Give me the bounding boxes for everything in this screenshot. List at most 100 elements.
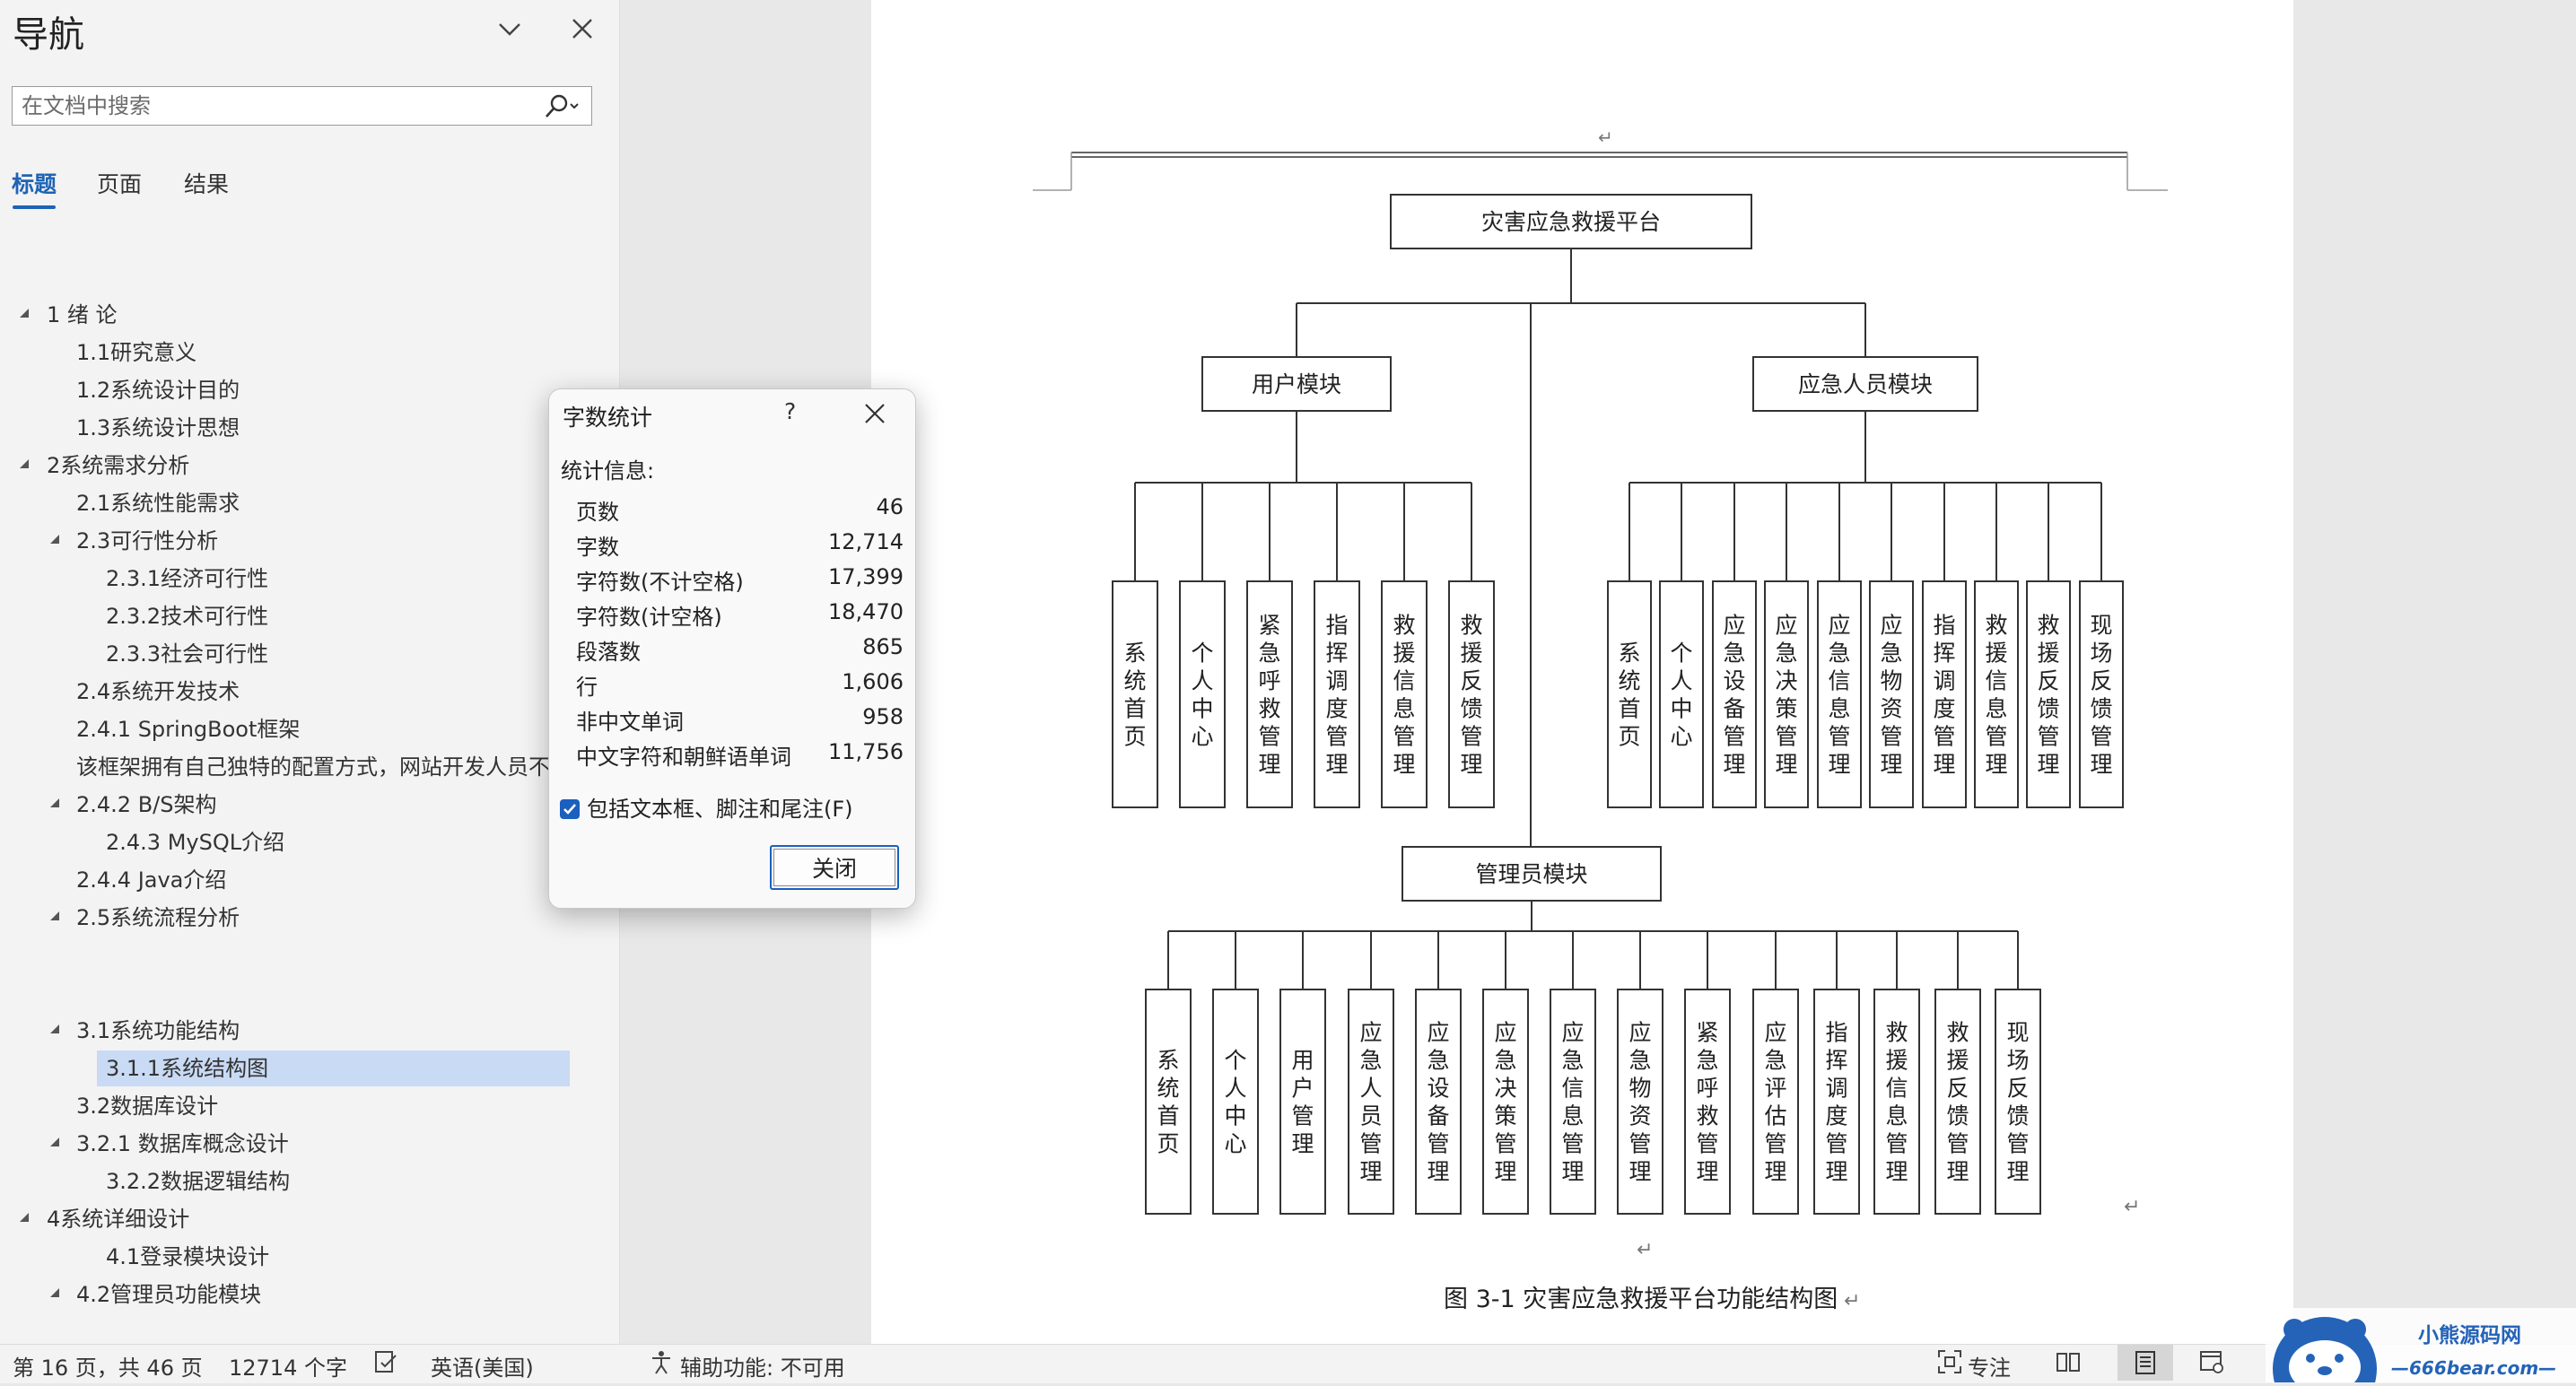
heading-item[interactable]: 3.2.2数据逻辑结构	[106, 1164, 290, 1199]
return-mark: ↵	[1844, 1290, 1860, 1312]
read-mode-icon[interactable]	[2055, 1349, 2082, 1380]
heading-item[interactable]: 1.3系统设计思想	[76, 410, 240, 446]
heading-item-selected[interactable]: 3.1.1系统结构图	[97, 1050, 570, 1086]
heading-item[interactable]: 1 绪 论	[47, 297, 118, 333]
stat-label: 非中文单词	[576, 710, 684, 735]
stat-value: 12,714	[828, 529, 904, 554]
heading-item[interactable]: 该框架拥有自己独特的配置方式，网站开发人员不	[76, 749, 579, 785]
accessibility-icon[interactable]	[648, 1348, 675, 1381]
leaf-box	[1212, 989, 1259, 1215]
heading-item[interactable]: 2.3.1经济可行性	[106, 561, 268, 597]
heading-item[interactable]: 4系统详细设计	[47, 1201, 189, 1237]
tab-pages[interactable]: 页面	[97, 167, 142, 199]
document-page: ↵ 灾害应急救援平台 用户模块 应急人员模块 系统首页 个人中心 紧急呼救管理 指挥调度管理…	[871, 0, 2293, 1344]
leaf-box	[1607, 580, 1652, 808]
navigation-pane: 导航 标题 页面 结果 1 绪 论1.1研究意义1.2系统设计目的1.3系统设计…	[0, 0, 620, 1344]
proofing-icon[interactable]	[372, 1348, 399, 1381]
collapse-arrow-icon[interactable]	[48, 1013, 61, 1049]
word-count-indicator[interactable]: 12714 个字	[229, 1350, 347, 1382]
print-layout-icon[interactable]	[2118, 1345, 2173, 1381]
heading-item[interactable]: 2.1系统性能需求	[76, 485, 240, 521]
heading-item[interactable]: 2.3.2技术可行性	[106, 598, 268, 634]
page-indicator[interactable]: 第 16 页，共 46 页	[13, 1350, 203, 1382]
stat-value: 1,606	[842, 669, 904, 694]
admin-module-label: 管理员模块	[1475, 861, 1587, 887]
collapse-arrow-icon[interactable]	[18, 297, 31, 333]
stat-value: 46	[876, 494, 904, 519]
heading-item[interactable]: 4.1登录模块设计	[106, 1239, 269, 1275]
collapse-arrow-icon[interactable]	[48, 900, 61, 936]
dialog-close-icon[interactable]	[863, 395, 886, 432]
return-mark: ↵	[1598, 126, 1613, 148]
focus-icon[interactable]	[1936, 1348, 1963, 1381]
tab-headings[interactable]: 标题	[12, 167, 57, 199]
heading-item[interactable]: 2.3可行性分析	[76, 523, 218, 559]
search-box[interactable]	[12, 86, 592, 126]
heading-item[interactable]: 2.4.4 Java介绍	[76, 862, 226, 898]
stat-label: 段落数	[576, 640, 641, 665]
leaf-box	[1659, 580, 1704, 808]
stats-section-label: 统计信息:	[561, 458, 655, 484]
status-bar: 第 16 页，共 46 页 12714 个字 英语(美国) 辅助功能: 不可用 …	[0, 1344, 2576, 1383]
dialog-title: 字数统计	[563, 405, 653, 431]
collapse-arrow-icon[interactable]	[48, 1126, 61, 1162]
collapse-arrow-icon[interactable]	[48, 1277, 61, 1312]
heading-item[interactable]: 2.4.1 SpringBoot框架	[76, 711, 300, 747]
stat-label: 中文字符和朝鲜语单词	[576, 745, 791, 770]
close-button[interactable]: 关闭	[770, 845, 899, 890]
chevron-down-icon[interactable]	[496, 16, 523, 50]
leaf-box	[1279, 989, 1326, 1215]
heading-item[interactable]: 1.2系统设计目的	[76, 372, 240, 408]
user-module-label: 用户模块	[1252, 371, 1341, 397]
figure-caption: 图 3-1 灾害应急救援平台功能结构图	[1444, 1286, 1838, 1313]
heading-item[interactable]: 1.1研究意义	[76, 335, 196, 370]
web-layout-icon[interactable]	[2198, 1348, 2225, 1381]
help-button[interactable]: ?	[784, 398, 796, 424]
tab-results[interactable]: 结果	[184, 167, 229, 199]
logo-name: 小熊源码网	[2418, 1323, 2521, 1347]
close-icon[interactable]	[571, 16, 594, 48]
include-notes-checkbox-row[interactable]: 包括文本框、脚注和尾注(F)	[560, 791, 853, 823]
heading-item[interactable]: 4.2管理员功能模块	[76, 1277, 261, 1312]
include-notes-checkbox[interactable]	[560, 799, 580, 819]
stat-value: 18,470	[828, 599, 904, 624]
leaf-box	[1179, 580, 1226, 808]
tab-underline	[13, 205, 56, 209]
heading-item[interactable]: 2.4.2 B/S架构	[76, 787, 216, 823]
search-icon[interactable]	[543, 92, 581, 123]
stat-value: 958	[862, 704, 904, 729]
leaf-box	[1112, 580, 1158, 808]
stat-value: 17,399	[828, 564, 904, 589]
return-mark: ↵	[2124, 1196, 2140, 1218]
heading-item[interactable]: 3.2.1 数据库概念设计	[76, 1126, 289, 1162]
site-logo: 小熊源码网 —666bear.com—	[2266, 1303, 2576, 1386]
heading-item[interactable]: 2.5系统流程分析	[76, 900, 240, 936]
stat-label: 字符数(计空格)	[576, 605, 722, 630]
search-input[interactable]	[13, 87, 544, 125]
accessibility-indicator[interactable]: 辅助功能: 不可用	[680, 1350, 845, 1382]
nav-title: 导航	[13, 14, 84, 56]
heading-item[interactable]: 2.4.3 MySQL介绍	[106, 824, 284, 860]
heading-item[interactable]: 3.2数据库设计	[76, 1088, 218, 1124]
collapse-arrow-icon[interactable]	[48, 787, 61, 823]
logo-url: —666bear.com—	[2391, 1357, 2556, 1379]
heading-item[interactable]: 2.4系统开发技术	[76, 674, 240, 710]
focus-button[interactable]: 专注	[1968, 1350, 2011, 1382]
heading-item[interactable]: 2.3.3社会可行性	[106, 636, 268, 672]
stat-label: 页数	[576, 500, 619, 525]
include-notes-label: 包括文本框、脚注和尾注(F)	[587, 797, 853, 822]
heading-item[interactable]: 3.1系统功能结构	[76, 1013, 240, 1049]
stat-label: 字数	[576, 535, 619, 560]
collapse-arrow-icon[interactable]	[18, 1201, 31, 1237]
responder-module-label: 应急人员模块	[1798, 371, 1933, 397]
collapse-arrow-icon[interactable]	[18, 448, 31, 484]
leaf-box	[1145, 989, 1192, 1215]
word-count-dialog: 字数统计 ? 统计信息: 页数 46 字数 12,714 字符数(不计空格) 17,399…	[548, 388, 916, 909]
stat-label: 行	[576, 675, 598, 700]
heading-item[interactable]: 2系统需求分析	[47, 448, 189, 484]
collapse-arrow-icon[interactable]	[48, 523, 61, 559]
root-node-label: 灾害应急救援平台	[1481, 209, 1661, 235]
structure-diagram: ↵ 灾害应急救援平台用户模块 应急人员模块系统首页个人中心紧急呼救管理指挥调度管理…	[1033, 126, 2168, 1313]
language-indicator[interactable]: 英语(美国)	[431, 1350, 534, 1382]
return-mark: ↵	[1637, 1239, 1653, 1261]
